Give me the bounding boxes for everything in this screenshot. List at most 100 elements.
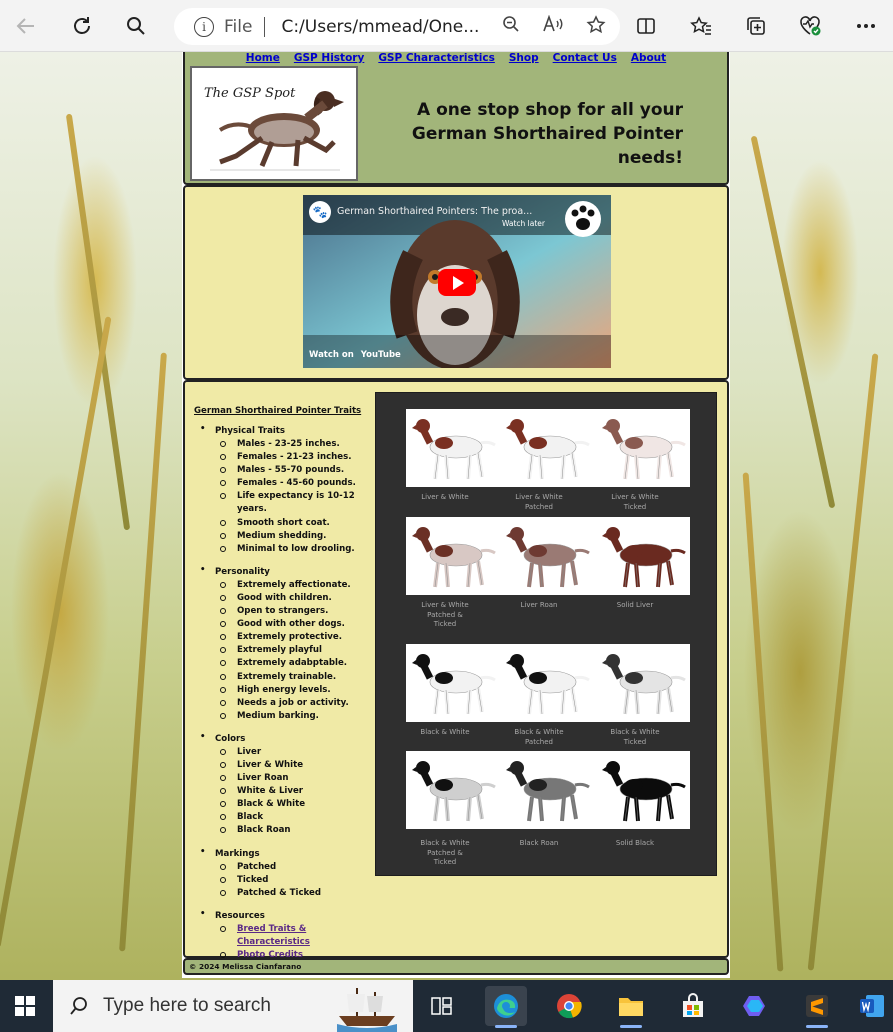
address-separator [264, 16, 266, 37]
resources-title: Resources [215, 910, 265, 921]
site-header: Home GSP History GSP Characteristics Sho… [183, 52, 729, 185]
gsp-dog-silhouette [412, 419, 496, 480]
traits-heading: German Shorthaired Pointer Traits [194, 406, 362, 416]
url-text[interactable]: C:/Users/mmead/One... [281, 17, 479, 37]
read-aloud-icon[interactable] [542, 14, 564, 40]
wheat-stalk [119, 352, 167, 952]
zoom-out-icon[interactable] [502, 15, 520, 40]
edge-icon[interactable] [485, 986, 527, 1028]
resources-section: Resources Breed Traits & CharacteristicsP… [200, 909, 376, 962]
video-title[interactable]: German Shorthaired Pointers: The proa... [337, 206, 532, 217]
nav-home[interactable]: Home [246, 52, 280, 66]
gsp-dog-silhouette [412, 654, 496, 715]
tagline-line-2: German Shorthaired Pointer needs! [411, 124, 683, 168]
trait-items: Liver Liver & White Liver Roan White & Live… [215, 746, 376, 838]
trait-item: Females - 21-23 inches. [220, 451, 376, 464]
running-dog-illustration [210, 91, 344, 171]
windows-taskbar: Type here to search [0, 980, 893, 1032]
nav-contact-us[interactable]: Contact Us [553, 52, 617, 66]
color-chart-row [406, 517, 690, 595]
trait-item: Needs a job or activity. [220, 697, 376, 710]
color-caption: Liver & White [421, 493, 469, 501]
tagline-line-1: A one stop shop for all your [417, 100, 683, 120]
nav-about[interactable]: About [631, 52, 666, 66]
search-icon [67, 994, 91, 1018]
word-icon[interactable] [851, 986, 893, 1026]
browser-toolbar: i File C:/Users/mmead/One... [0, 0, 893, 52]
task-view-icon[interactable] [421, 986, 463, 1026]
gsp-dog-silhouette [412, 761, 496, 822]
trait-item: Patched [220, 861, 376, 874]
wheat-stalk [750, 135, 836, 509]
trait-item: Extremely affectionate. [220, 579, 376, 592]
info-icon[interactable]: i [194, 16, 214, 37]
trait-items: Extremely affectionate. Good with childre… [215, 579, 376, 723]
trait-item: Extremely trainable. [220, 671, 376, 684]
nav-gsp-characteristics[interactable]: GSP Characteristics [378, 52, 495, 66]
color-caption: Black & White [420, 728, 470, 736]
trait-section-title: Personality [215, 566, 270, 577]
color-caption: Solid Liver [616, 601, 654, 609]
copilot-icon[interactable] [734, 986, 776, 1026]
resource-link[interactable]: Breed Traits & Characteristics [237, 924, 310, 947]
trait-item: Ticked [220, 874, 376, 887]
site-logo[interactable]: The GSP Spot [190, 66, 358, 181]
page-container: Home GSP History GSP Characteristics Sho… [182, 52, 730, 978]
video-section: 🐾 German Shorthaired Pointers: The proa.… [183, 185, 729, 380]
gsp-dog-silhouette [506, 654, 590, 715]
watch-later-label[interactable]: Watch later [502, 219, 545, 228]
wheat-stalk [65, 113, 131, 531]
color-chart-row [406, 409, 690, 487]
file-label: File [224, 16, 253, 37]
channel-paw-icon[interactable]: 🐾 [309, 201, 331, 223]
gsp-dog-silhouette [506, 527, 590, 588]
favorites-icon[interactable] [673, 10, 728, 42]
youtube-video-embed[interactable]: 🐾 German Shorthaired Pointers: The proa.… [303, 195, 611, 368]
trait-item: Liver [220, 746, 376, 759]
color-caption: Black Roan [519, 839, 559, 847]
windows-start-icon[interactable] [0, 980, 50, 1032]
trait-item: Black Roan [220, 824, 376, 837]
trait-section: Physical TraitsMales - 23-25 inches.Fema… [200, 424, 376, 556]
copyright-text: © 2024 Melissa Cianfarano [189, 962, 302, 971]
chrome-icon[interactable] [548, 986, 590, 1026]
resource-item: Breed Traits & Characteristics [220, 923, 376, 949]
more-icon[interactable] [838, 10, 893, 42]
trait-item: Extremely adabptable. [220, 657, 376, 670]
search-placeholder: Type here to search [103, 995, 271, 1016]
file-explorer-icon[interactable] [610, 986, 652, 1028]
trait-item: High energy levels. [220, 684, 376, 697]
trait-item: White & Liver [220, 785, 376, 798]
trait-item: Liver & White [220, 759, 376, 772]
gsp-dog-silhouette [602, 419, 686, 480]
back-arrow-icon[interactable] [10, 10, 42, 42]
color-caption: Black & White Patched & Ticked [420, 839, 470, 866]
gsp-color-chart-image: Liver & White Liver & White Patched Liver … [375, 392, 717, 876]
star-icon[interactable] [586, 15, 606, 40]
traits-section: German Shorthaired Pointer Traits Physic… [183, 380, 729, 960]
address-bar[interactable]: i File C:/Users/mmead/One... [174, 8, 620, 45]
refresh-icon[interactable] [66, 10, 98, 42]
site-nav: Home GSP History GSP Characteristics Sho… [185, 52, 727, 66]
sublime-icon[interactable] [796, 986, 838, 1028]
taskbar-search-box[interactable]: Type here to search [53, 980, 413, 1032]
wheat-stalk [0, 316, 112, 948]
youtube-play-button[interactable] [438, 269, 476, 296]
search-icon[interactable] [120, 10, 152, 42]
trait-item: Patched & Ticked [220, 887, 376, 900]
trait-item: Smooth short coat. [220, 517, 376, 530]
nav-shop[interactable]: Shop [509, 52, 539, 66]
browser-essentials-icon[interactable] [783, 10, 838, 42]
color-caption: Liver & White Patched & Ticked [421, 601, 469, 628]
color-chart-row [406, 644, 690, 722]
trait-section-title: Physical Traits [215, 426, 286, 436]
nav-gsp-history[interactable]: GSP History [294, 52, 364, 66]
trait-item: Medium barking. [220, 710, 376, 723]
watch-on-youtube[interactable]: Watch on YouTube [309, 350, 401, 360]
store-icon[interactable] [672, 986, 714, 1026]
trait-item: Minimal to low drooling. [220, 543, 376, 556]
collections-icon[interactable] [728, 10, 783, 42]
split-screen-icon[interactable] [618, 10, 673, 42]
color-chart-row [406, 751, 690, 829]
gsp-dog-silhouette [602, 654, 686, 715]
